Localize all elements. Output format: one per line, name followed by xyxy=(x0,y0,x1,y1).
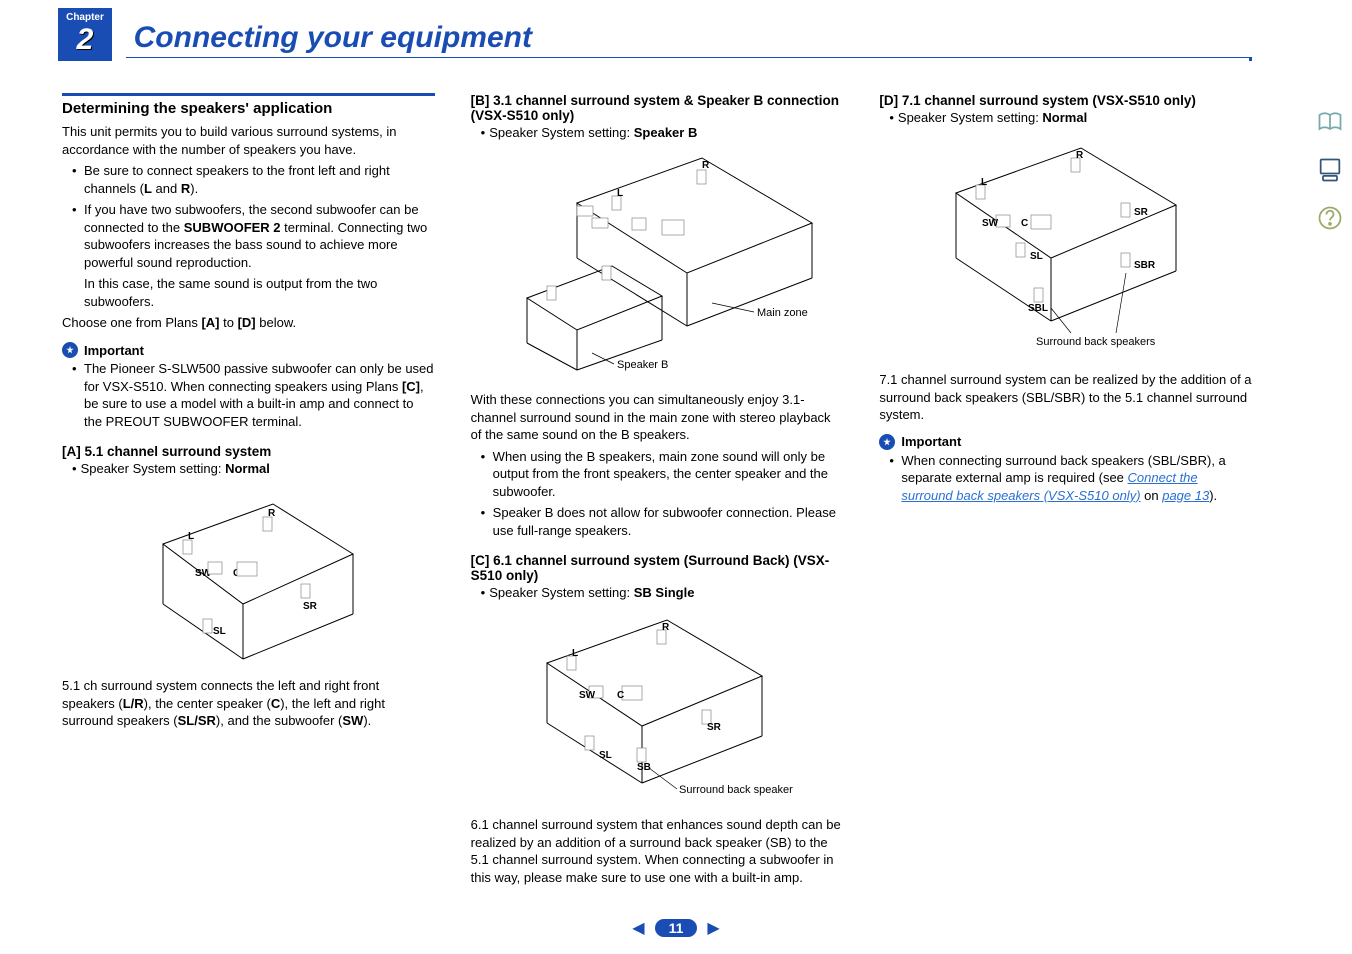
diagram-plan-a: L R SW C SL SR xyxy=(62,484,435,667)
bullet-subwoofer2: If you have two subwoofers, the second s… xyxy=(74,201,435,310)
prev-page-arrow[interactable]: ◀ xyxy=(632,918,644,938)
next-page-arrow[interactable]: ▶ xyxy=(707,918,719,938)
svg-text:SW: SW xyxy=(982,218,999,229)
plan-b-title: [B] 3.1 channel surround system & Speake… xyxy=(471,93,844,123)
important-bullet-sbl-sbr: When connecting surround back speakers (… xyxy=(891,452,1252,505)
section-title: Determining the speakers' application xyxy=(62,100,435,117)
plan-d-setting: •Speaker System setting: Normal xyxy=(889,110,1252,125)
important-icon xyxy=(62,342,78,358)
plan-d-paragraph: 7.1 channel surround system can be reali… xyxy=(879,371,1252,424)
page-navigation: ◀ 11 ▶ xyxy=(0,918,1352,938)
intro-paragraph: This unit permits you to build various s… xyxy=(62,123,435,158)
diagram-plan-c: L R SW C SL SR SB Surround back speaker xyxy=(471,608,844,806)
svg-text:SR: SR xyxy=(1134,207,1149,218)
plan-b-bullets: When using the B speakers, main zone sou… xyxy=(471,448,844,540)
column-1: Determining the speakers' application Th… xyxy=(62,93,435,891)
important-bullets: The Pioneer S-SLW500 passive subwoofer c… xyxy=(62,360,435,430)
svg-text:R: R xyxy=(702,160,710,171)
important-icon xyxy=(879,434,895,450)
important-bullet-subwoofer: The Pioneer S-SLW500 passive subwoofer c… xyxy=(74,360,435,430)
important-label: Important xyxy=(901,434,961,449)
page-content: Determining the speakers' application Th… xyxy=(0,61,1352,891)
device-icon[interactable] xyxy=(1316,156,1344,184)
plan-a-description: 5.1 ch surround system connects the left… xyxy=(62,677,435,730)
chapter-label: Chapter xyxy=(58,12,112,23)
chapter-badge: Chapter 2 xyxy=(58,8,112,61)
svg-text:SL: SL xyxy=(599,750,612,761)
bullet-front-channels: Be sure to connect speakers to the front… xyxy=(74,162,435,197)
plan-d-title: [D] 7.1 channel surround system (VSX-S51… xyxy=(879,93,1252,108)
side-nav-icons xyxy=(1316,108,1344,232)
chapter-title: Connecting your equipment xyxy=(134,21,532,61)
help-icon[interactable] xyxy=(1316,204,1344,232)
svg-text:C: C xyxy=(617,690,624,701)
chapter-number: 2 xyxy=(58,25,112,55)
svg-text:L: L xyxy=(572,648,578,659)
intro-bullets: Be sure to connect speakers to the front… xyxy=(62,162,435,310)
plan-a-setting: •Speaker System setting: Normal xyxy=(72,461,435,476)
column-2: [B] 3.1 channel surround system & Speake… xyxy=(471,93,844,891)
page-number: 11 xyxy=(655,919,698,937)
plan-c-title: [C] 6.1 channel surround system (Surroun… xyxy=(471,553,844,583)
choose-plans: Choose one from Plans [A] to [D] below. xyxy=(62,314,435,332)
svg-text:R: R xyxy=(662,622,670,633)
important-header: Important xyxy=(62,342,435,358)
plan-b-bullet-2: Speaker B does not allow for subwoofer c… xyxy=(483,504,844,539)
section-rule xyxy=(62,93,435,96)
svg-text:Surround back speaker: Surround back speaker xyxy=(679,784,793,796)
column-3: [D] 7.1 channel surround system (VSX-S51… xyxy=(879,93,1252,891)
svg-text:SR: SR xyxy=(303,601,318,612)
svg-text:SW: SW xyxy=(579,690,596,701)
svg-text:L: L xyxy=(981,177,987,188)
diagram-plan-b: L R Main zone Speaker B xyxy=(471,148,844,381)
plan-c-paragraph: 6.1 channel surround system that enhance… xyxy=(471,816,844,886)
svg-text:L: L xyxy=(617,188,623,199)
important-bullets-d: When connecting surround back speakers (… xyxy=(879,452,1252,505)
important-label: Important xyxy=(84,343,144,358)
svg-text:R: R xyxy=(1076,150,1084,161)
svg-text:SR: SR xyxy=(707,722,722,733)
book-icon[interactable] xyxy=(1316,108,1344,136)
link-page-13[interactable]: page 13 xyxy=(1162,488,1209,503)
svg-text:SL: SL xyxy=(213,626,226,637)
plan-c-setting: •Speaker System setting: SB Single xyxy=(481,585,844,600)
chapter-header: Chapter 2 Connecting your equipment xyxy=(0,0,1352,61)
plan-b-paragraph: With these connections you can simultane… xyxy=(471,391,844,444)
plan-b-setting: •Speaker System setting: Speaker B xyxy=(481,125,844,140)
svg-text:SBR: SBR xyxy=(1134,260,1156,271)
svg-text:Surround back speakers: Surround back speakers xyxy=(1036,336,1156,348)
plan-a-title: [A] 5.1 channel surround system xyxy=(62,444,435,459)
plan-b-bullet-1: When using the B speakers, main zone sou… xyxy=(483,448,844,501)
svg-text:Main zone: Main zone xyxy=(757,307,808,319)
svg-text:SL: SL xyxy=(1030,251,1043,262)
svg-text:SBL: SBL xyxy=(1028,303,1048,314)
svg-text:Speaker B: Speaker B xyxy=(617,359,668,371)
svg-text:SB: SB xyxy=(637,762,651,773)
diagram-plan-d: L R SW C SL SR SBL SBR Surround back spe… xyxy=(879,133,1252,361)
svg-text:C: C xyxy=(1021,218,1028,229)
important-header-d: Important xyxy=(879,434,1252,450)
